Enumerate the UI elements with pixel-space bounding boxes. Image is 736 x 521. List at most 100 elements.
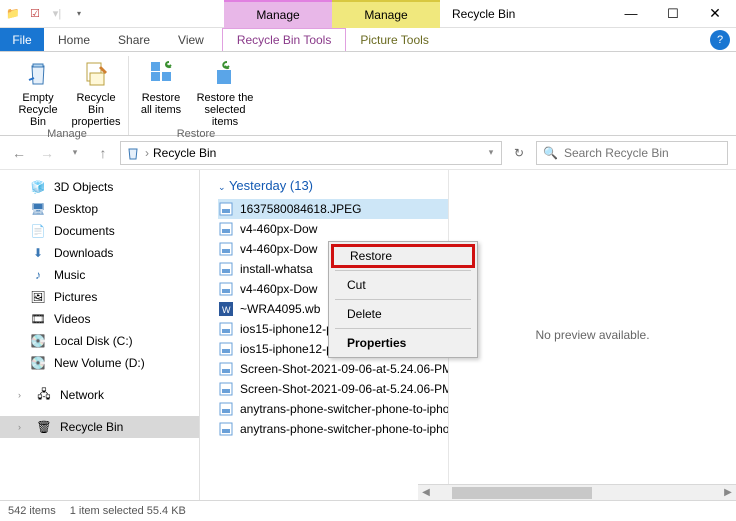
sidebar-item-label: Local Disk (C:) bbox=[54, 334, 133, 348]
refresh-button[interactable]: ↻ bbox=[508, 146, 530, 160]
expand-icon[interactable]: › bbox=[18, 422, 28, 432]
search-box[interactable]: 🔍 bbox=[536, 141, 728, 165]
sidebar-item-local-disk-c[interactable]: 💽 Local Disk (C:) bbox=[0, 330, 199, 352]
tab-picture-tools[interactable]: Picture Tools bbox=[346, 28, 442, 51]
sidebar-item-documents[interactable]: 📄Documents bbox=[0, 220, 199, 242]
svg-text:W: W bbox=[222, 305, 231, 315]
restore-selected-button[interactable]: Restore the selected items bbox=[193, 56, 257, 128]
nav-recent-button[interactable]: ▾ bbox=[64, 142, 86, 164]
3d-objects-icon: 🧊 bbox=[30, 179, 46, 195]
network-icon: 🖧 bbox=[36, 387, 52, 403]
sidebar-item-new-volume-d[interactable]: 💽 New Volume (D:) bbox=[0, 352, 199, 374]
context-menu-restore[interactable]: Restore bbox=[331, 244, 475, 268]
contextual-tab-headers: Manage Manage bbox=[224, 0, 440, 28]
nav-back-button[interactable]: ← bbox=[8, 142, 30, 164]
nav-forward-button[interactable]: → bbox=[36, 142, 58, 164]
qat-icon-check[interactable]: ☑ bbox=[26, 5, 44, 23]
sidebar-item-label: Recycle Bin bbox=[60, 420, 123, 434]
disk-icon: 💽 bbox=[30, 355, 46, 371]
sidebar-item-downloads[interactable]: ⬇Downloads bbox=[0, 242, 199, 264]
ribbon-group-restore-label: Restore bbox=[177, 128, 216, 140]
context-menu-properties[interactable]: Properties bbox=[331, 331, 475, 355]
sidebar-item-label: Network bbox=[60, 388, 104, 402]
tab-view[interactable]: View bbox=[164, 28, 218, 51]
word-doc-icon: W bbox=[218, 301, 234, 317]
ribbon-tabstrip: File Home Share View Recycle Bin Tools P… bbox=[0, 28, 736, 52]
status-item-count: 542 items bbox=[8, 505, 56, 517]
sidebar-item-recycle-bin[interactable]: › 🗑 Recycle Bin bbox=[0, 416, 199, 438]
file-row[interactable]: anytrans-phone-switcher-phone-to-iphon bbox=[218, 399, 448, 419]
qat-customize[interactable]: ▾ bbox=[70, 5, 88, 23]
file-row[interactable]: 1637580084618.JPEG bbox=[218, 199, 448, 219]
close-button[interactable]: ✕ bbox=[694, 0, 736, 28]
file-row[interactable]: v4-460px-Dow bbox=[218, 219, 448, 239]
sidebar-item-videos[interactable]: 🎞 Videos bbox=[0, 308, 199, 330]
quick-access-toolbar: 📁 ☑ ▾| ▾ bbox=[0, 5, 92, 23]
file-name: install-whatsa bbox=[240, 262, 313, 276]
contextual-tab-recyclebin[interactable]: Manage bbox=[224, 0, 332, 28]
properties-label: Recycle Bin properties bbox=[70, 92, 122, 128]
file-name: v4-460px-Dow bbox=[240, 222, 317, 236]
breadcrumb-sep: › bbox=[145, 146, 149, 160]
breadcrumb[interactable]: › Recycle Bin bbox=[120, 141, 502, 165]
videos-icon: 🎞 bbox=[30, 311, 46, 327]
context-menu-separator bbox=[335, 299, 471, 300]
context-menu-cut[interactable]: Cut bbox=[331, 273, 475, 297]
tab-file[interactable]: File bbox=[0, 28, 44, 51]
maximize-button[interactable]: ☐ bbox=[652, 0, 694, 28]
horizontal-scrollbar[interactable]: ◀ ▶ bbox=[418, 484, 736, 500]
preview-pane: No preview available. bbox=[448, 170, 736, 500]
desktop-icon: 🖥 bbox=[30, 201, 46, 217]
scroll-thumb[interactable] bbox=[452, 487, 592, 499]
restore-all-button[interactable]: Restore all items bbox=[135, 56, 187, 128]
tab-share[interactable]: Share bbox=[104, 28, 164, 51]
minimize-button[interactable]: — bbox=[610, 0, 652, 28]
sidebar-item-label: Music bbox=[54, 268, 85, 282]
contextual-tab-picture[interactable]: Manage bbox=[332, 0, 440, 28]
context-menu: Restore Cut Delete Properties bbox=[328, 241, 478, 358]
breadcrumb-location[interactable]: Recycle Bin bbox=[153, 146, 216, 160]
title-bar: 📁 ☑ ▾| ▾ Manage Manage Recycle Bin — ☐ ✕ bbox=[0, 0, 736, 28]
navigation-pane[interactable]: 🧊3D Objects 🖥Desktop 📄Documents ⬇Downloa… bbox=[0, 170, 200, 500]
expand-icon[interactable]: › bbox=[18, 390, 28, 400]
sidebar-item-label: New Volume (D:) bbox=[54, 356, 145, 370]
image-file-icon bbox=[218, 261, 234, 277]
sidebar-item-music[interactable]: ♪Music bbox=[0, 264, 199, 286]
sidebar-item-3d-objects[interactable]: 🧊3D Objects bbox=[0, 176, 199, 198]
search-input[interactable] bbox=[564, 146, 721, 160]
sidebar-item-network[interactable]: › 🖧 Network bbox=[0, 384, 199, 406]
disk-icon: 💽 bbox=[30, 333, 46, 349]
scroll-left-icon[interactable]: ◀ bbox=[418, 487, 434, 498]
file-name: ~WRA4095.wb bbox=[240, 302, 320, 316]
sidebar-separator bbox=[0, 406, 199, 416]
nav-up-button[interactable]: ↑ bbox=[92, 142, 114, 164]
empty-recycle-bin-label: Empty Recycle Bin bbox=[12, 92, 64, 128]
file-name: 1637580084618.JPEG bbox=[240, 202, 361, 216]
file-row[interactable]: Screen-Shot-2021-09-06-at-5.24.06-PM-10 bbox=[218, 379, 448, 399]
tab-recyclebin-tools[interactable]: Recycle Bin Tools bbox=[222, 28, 347, 51]
file-row[interactable]: Screen-Shot-2021-09-06-at-5.24.06-PM-10 bbox=[218, 359, 448, 379]
recycle-bin-icon: 🗑 bbox=[36, 419, 52, 435]
status-bar: 542 items 1 item selected 55.4 KB bbox=[0, 500, 736, 521]
properties-icon bbox=[80, 58, 112, 90]
file-name: anytrans-phone-switcher-phone-to-iphon bbox=[240, 402, 448, 416]
search-icon: 🔍 bbox=[543, 146, 558, 160]
file-row[interactable]: anytrans-phone-switcher-phone-to-iphon bbox=[218, 419, 448, 439]
nav-dropdown[interactable]: ▾ bbox=[480, 142, 502, 164]
image-file-icon bbox=[218, 241, 234, 257]
recycle-bin-properties-button[interactable]: Recycle Bin properties bbox=[70, 56, 122, 128]
qat-icon-folder[interactable]: 📁 bbox=[4, 5, 22, 23]
sidebar-item-label: Videos bbox=[54, 312, 90, 326]
scroll-right-icon[interactable]: ▶ bbox=[720, 487, 736, 498]
group-header-yesterday[interactable]: ⌄ Yesterday (13) bbox=[218, 178, 448, 193]
empty-recycle-bin-button[interactable]: Empty Recycle Bin bbox=[12, 56, 64, 128]
tab-home[interactable]: Home bbox=[44, 28, 104, 51]
sidebar-item-desktop[interactable]: 🖥Desktop bbox=[0, 198, 199, 220]
sidebar-item-label: Pictures bbox=[54, 290, 97, 304]
restore-selected-label: Restore the selected items bbox=[193, 92, 257, 128]
context-menu-delete[interactable]: Delete bbox=[331, 302, 475, 326]
ribbon: Empty Recycle Bin Recycle Bin properties… bbox=[0, 52, 736, 136]
sidebar-item-pictures[interactable]: 🖼Pictures bbox=[0, 286, 199, 308]
help-icon[interactable]: ? bbox=[710, 30, 730, 50]
restore-all-label: Restore all items bbox=[141, 92, 181, 116]
